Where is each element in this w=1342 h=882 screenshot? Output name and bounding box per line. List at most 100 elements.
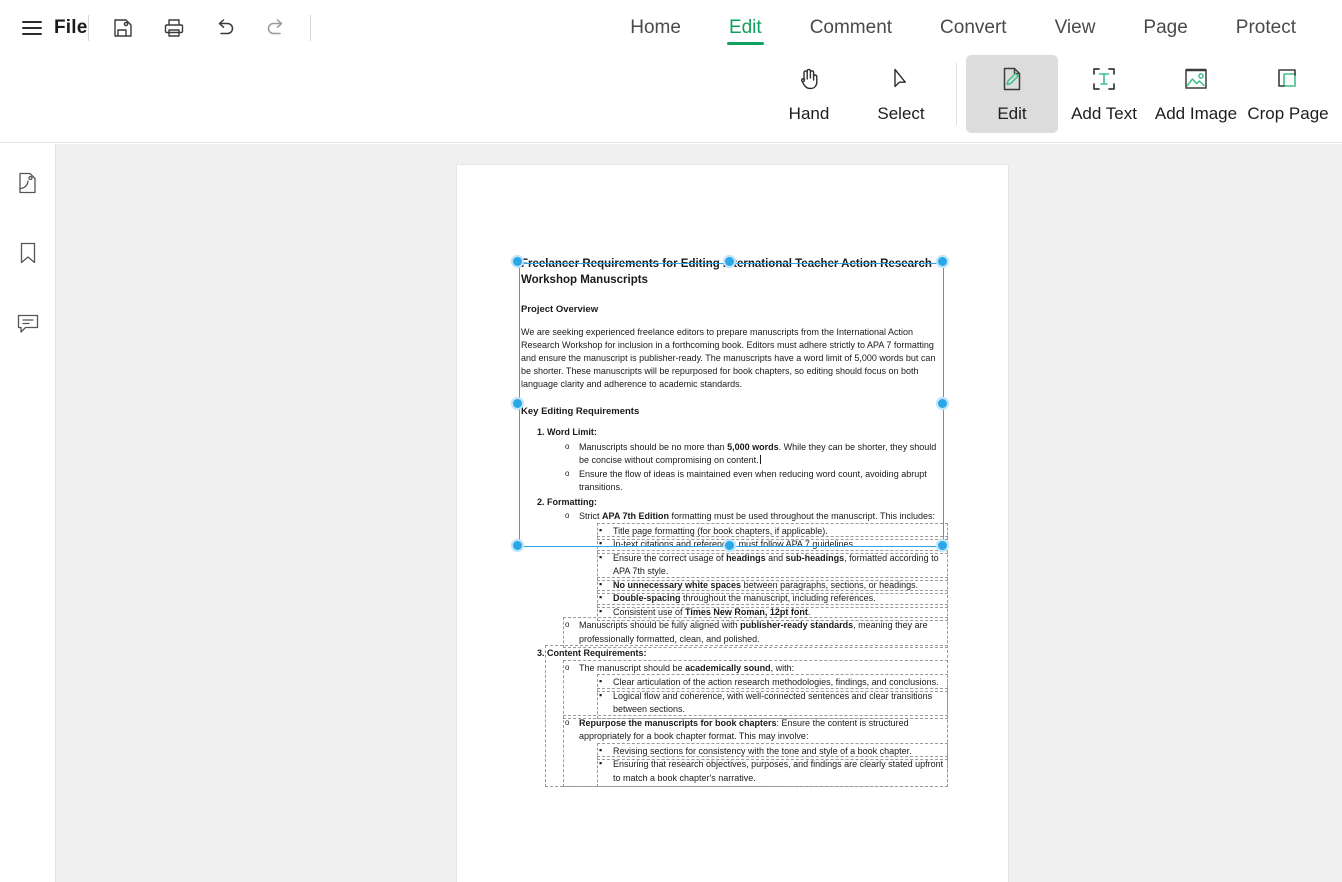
list-item[interactable]: Ensuring that research objectives, purpo… <box>597 756 948 788</box>
undo-icon[interactable] <box>211 14 239 42</box>
tab-label: Page <box>1143 16 1188 38</box>
bullet-text: , with: <box>770 662 795 673</box>
bullet-text: throughout the manuscript, including ref… <box>680 593 876 604</box>
bullet-text: Ensure the flow of ideas is maintained e… <box>579 468 927 493</box>
selection-handle-bottom-left[interactable] <box>511 539 524 552</box>
selection-handle-top-center[interactable] <box>723 255 736 268</box>
ribbon-toolbar: Hand Select Edit Add Text Add Image Crop… <box>0 55 1342 143</box>
list-item[interactable]: Consistent use of Times New Roman, 12pt … <box>597 603 948 622</box>
tab-convert[interactable]: Convert <box>916 0 1031 55</box>
tool-add-image[interactable]: Add Image <box>1150 55 1242 133</box>
list-item[interactable]: Logical flow and coherence, with well-co… <box>597 687 948 719</box>
tool-edit[interactable]: Edit <box>966 55 1058 133</box>
quick-access-toolbar <box>89 14 310 42</box>
ribbon-divider <box>956 63 957 125</box>
bullet-text: Title page formatting (for book chapters… <box>613 525 828 536</box>
bullet-bold: publisher-ready standards <box>740 620 854 631</box>
bullet-text: The manuscript should be <box>579 662 686 673</box>
list-item[interactable]: Content Requirements: The manuscript sho… <box>545 645 948 788</box>
bullet-bold: 5,000 words <box>727 441 779 452</box>
list-item[interactable]: Manuscripts should be fully aligned with… <box>563 617 948 649</box>
pdf-editor-window: File Home Edit Comment Convert View Page… <box>0 0 1342 882</box>
bullet-text: Ensuring that research objectives, purpo… <box>613 759 944 783</box>
list-item[interactable]: Clear articulation of the action researc… <box>597 674 948 692</box>
sub-sub-list: Title page formatting (for book chapters… <box>579 522 948 622</box>
file-menu-group[interactable]: File <box>0 17 88 39</box>
tab-protect[interactable]: Protect <box>1212 0 1320 55</box>
list-item[interactable]: Manuscripts should be no more than 5,000… <box>565 441 946 468</box>
top-bar: File Home Edit Comment Convert View Page… <box>0 0 1342 55</box>
tab-label: Comment <box>809 16 893 38</box>
hamburger-menu-icon[interactable] <box>22 20 42 36</box>
bullet-text: and <box>765 552 786 563</box>
tool-label: Edit <box>997 104 1027 123</box>
requirements-heading[interactable]: Key Editing Requirements <box>521 406 946 417</box>
bullet-bold: No unnecessary white spaces <box>613 579 742 590</box>
add-text-icon <box>1089 61 1119 97</box>
overview-heading[interactable]: Project Overview <box>521 304 946 315</box>
list-item[interactable]: Title page formatting (for book chapters… <box>597 522 948 541</box>
list-item[interactable]: Formatting: Strict APA 7th Edition forma… <box>547 496 948 649</box>
item-title: Content Requirements: <box>547 648 647 659</box>
list-item[interactable]: Revising sections for consistency with t… <box>597 742 948 761</box>
list-item[interactable]: In-text citations and references must fo… <box>597 536 948 554</box>
bullet-bold: sub-headings <box>785 552 845 563</box>
bullet-text: Logical flow and coherence, with well-co… <box>613 690 933 715</box>
bullet-text: Strict <box>579 511 603 522</box>
list-item[interactable]: Word Limit: Manuscripts should be no mor… <box>547 426 946 495</box>
comment-icon[interactable] <box>13 308 43 338</box>
bullet-text: between paragraphs, sections, or heading… <box>741 579 919 590</box>
tool-label: Select <box>877 104 925 123</box>
bullet-text: formatting must be used throughout the m… <box>669 511 935 522</box>
selection-handle-middle-left[interactable] <box>511 397 524 410</box>
list-item[interactable]: The manuscript should be academically so… <box>563 659 948 719</box>
sub-list: Manuscripts should be no more than 5,000… <box>547 441 946 495</box>
bullet-text: Consistent use of <box>613 606 686 617</box>
selection-handle-top-left[interactable] <box>511 255 524 268</box>
file-menu-label[interactable]: File <box>54 17 88 39</box>
sub-sub-list: Revising sections for consistency with t… <box>579 742 948 788</box>
item-title: Word Limit: <box>547 427 597 438</box>
bookmark-icon[interactable] <box>13 238 43 268</box>
list-item[interactable]: Ensure the correct usage of headings and… <box>597 549 948 581</box>
toolbar-divider-2 <box>309 14 311 41</box>
tab-home[interactable]: Home <box>606 0 705 55</box>
tool-add-text[interactable]: Add Text <box>1058 55 1150 133</box>
list-item[interactable]: Strict APA 7th Edition formatting must b… <box>565 510 948 622</box>
sub-sub-list: Clear articulation of the action researc… <box>579 674 948 719</box>
pdf-page[interactable]: Freelancer Requirements for Editing Inte… <box>456 164 1009 882</box>
tab-edit[interactable]: Edit <box>705 0 786 55</box>
bullet-bold: Repurpose the manuscripts for book chapt… <box>579 717 777 728</box>
bullet-bold: academically sound <box>685 662 771 673</box>
document-canvas[interactable]: Freelancer Requirements for Editing Inte… <box>56 144 1342 882</box>
list-item[interactable]: Ensure the flow of ideas is maintained e… <box>565 468 946 495</box>
tab-label: Home <box>630 16 681 38</box>
list-item[interactable]: Double-spacing throughout the manuscript… <box>597 590 948 608</box>
tool-label: Hand <box>788 104 830 123</box>
tab-comment[interactable]: Comment <box>786 0 916 55</box>
selection-handle-bottom-center[interactable] <box>723 539 736 552</box>
bullet-text: Revising sections for consistency with t… <box>613 745 912 756</box>
tab-page[interactable]: Page <box>1119 0 1211 55</box>
ribbon-tool-group: Hand Select Edit Add Text Add Image Crop… <box>763 55 1334 143</box>
overview-paragraph[interactable]: We are seeking experienced freelance edi… <box>521 326 946 391</box>
thumbnails-icon[interactable] <box>13 168 43 198</box>
sub-list: Strict APA 7th Edition formatting must b… <box>547 510 948 649</box>
selection-handle-middle-right[interactable] <box>936 397 949 410</box>
tab-label: Convert <box>940 16 1007 38</box>
document-content: Freelancer Requirements for Editing Inte… <box>521 257 948 788</box>
redo-icon[interactable] <box>262 14 290 42</box>
save-icon[interactable] <box>109 14 137 42</box>
list-item[interactable]: No unnecessary white spaces between para… <box>597 576 948 595</box>
list-item[interactable]: Repurpose the manuscripts for book chapt… <box>563 714 948 788</box>
tool-crop-page[interactable]: Crop Page <box>1242 55 1334 133</box>
requirements-list: Word Limit: Manuscripts should be no mor… <box>521 426 948 788</box>
selection-handle-top-right[interactable] <box>936 255 949 268</box>
selection-handle-bottom-right[interactable] <box>936 539 949 552</box>
tool-hand[interactable]: Hand <box>763 55 855 133</box>
tab-view[interactable]: View <box>1031 0 1120 55</box>
ribbon-tabs: Home Edit Comment Convert View Page Prot… <box>606 0 1342 55</box>
tool-select[interactable]: Select <box>855 55 947 133</box>
print-icon[interactable] <box>160 14 188 42</box>
text-cursor <box>759 455 761 465</box>
